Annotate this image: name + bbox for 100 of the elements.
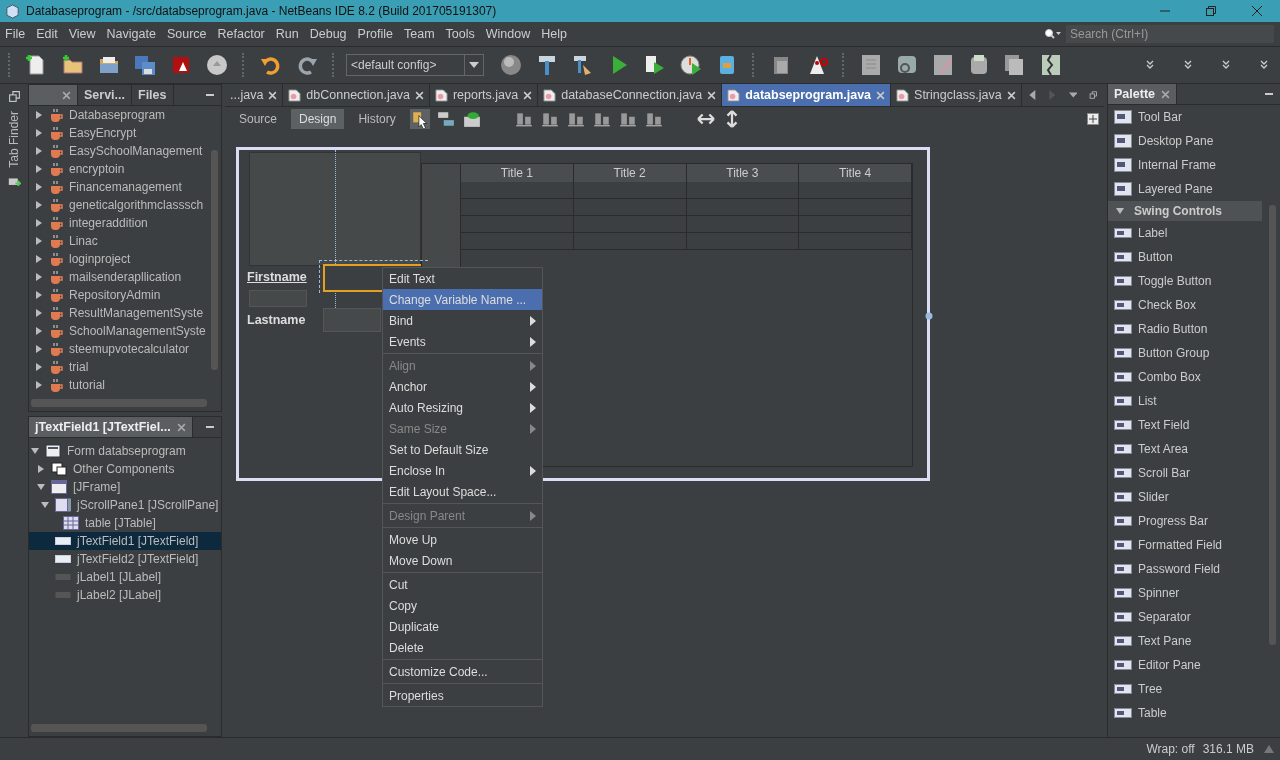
- save-icon[interactable]: [133, 53, 157, 77]
- form-label[interactable]: Lastname: [247, 313, 306, 327]
- menu-item[interactable]: Edit Layout Space...: [383, 481, 542, 502]
- restore-icon[interactable]: [7, 90, 21, 103]
- menu-item[interactable]: Team: [399, 27, 441, 41]
- expand-arrow-icon[interactable]: [35, 327, 43, 335]
- scroll-bar[interactable]: [211, 150, 218, 370]
- menu-item[interactable]: Set to Default Size: [383, 439, 542, 460]
- expand-arrow-icon[interactable]: [31, 447, 39, 455]
- menu-item[interactable]: Bind: [383, 310, 542, 331]
- expand-arrow-icon[interactable]: [35, 309, 43, 317]
- palette-item[interactable]: Text Field: [1108, 413, 1280, 437]
- chevron-down-icon[interactable]: [1222, 60, 1230, 70]
- circle-icon[interactable]: [205, 53, 229, 77]
- menu-item[interactable]: Copy: [383, 595, 542, 616]
- project-item[interactable]: geneticalgorithmclasssch: [69, 198, 204, 212]
- project-item[interactable]: Databaseprogram: [69, 108, 166, 122]
- view-tab[interactable]: History: [350, 109, 404, 129]
- view-tab[interactable]: Source: [231, 109, 286, 129]
- selection-mode-icon[interactable]: [409, 109, 430, 129]
- project-item[interactable]: RepositoryAdmin: [69, 288, 161, 302]
- expand-arrow-icon[interactable]: [37, 465, 45, 473]
- tree-row[interactable]: jTextField1 [JTextField]: [29, 532, 221, 550]
- palette-item[interactable]: Button: [1108, 245, 1280, 269]
- palette-item[interactable]: List: [1108, 389, 1280, 413]
- panel-tab[interactable]: jTextField1 [JTextFiel...: [29, 417, 193, 437]
- project-item[interactable]: mailsenderapllication: [69, 270, 182, 284]
- project-item[interactable]: Financemanagement: [69, 180, 182, 194]
- close-icon[interactable]: [1161, 89, 1170, 99]
- search-field[interactable]: Search (Ctrl+I): [1066, 25, 1274, 43]
- menu-item[interactable]: Run: [270, 27, 305, 41]
- scroll-bar[interactable]: [1269, 205, 1276, 645]
- column-header[interactable]: Title 2: [573, 164, 687, 182]
- project-item[interactable]: Linac: [69, 234, 98, 248]
- palette-item[interactable]: Toggle Button: [1108, 269, 1280, 293]
- close-icon[interactable]: [176, 422, 186, 432]
- expand-arrow-icon[interactable]: [35, 129, 43, 137]
- document-icon[interactable]: [859, 53, 883, 77]
- menu-item[interactable]: Delete: [383, 637, 542, 658]
- project-item[interactable]: integeraddition: [69, 216, 148, 230]
- palette-item[interactable]: Slider: [1108, 485, 1280, 509]
- palette-item[interactable]: Password Field: [1108, 557, 1280, 581]
- menu-item[interactable]: Refactor: [212, 27, 271, 41]
- menu-item[interactable]: Profile: [352, 27, 399, 41]
- config-dropdown[interactable]: <default config>: [346, 54, 484, 76]
- expand-icon[interactable]: [1086, 112, 1100, 126]
- project-item[interactable]: trial: [69, 360, 89, 374]
- connection-mode-icon[interactable]: [435, 109, 456, 129]
- chevron-down-icon[interactable]: [1260, 60, 1268, 70]
- menu-item[interactable]: Properties: [383, 685, 542, 706]
- panel-tab[interactable]: Palette: [1108, 84, 1177, 104]
- expand-arrow-icon[interactable]: [35, 147, 43, 155]
- chevron-down-icon[interactable]: [1146, 60, 1154, 70]
- menu-item[interactable]: Enclose In: [383, 460, 542, 481]
- palette-item[interactable]: Formatted Field: [1108, 533, 1280, 557]
- monitor-arrow-icon[interactable]: [7, 175, 21, 189]
- expand-arrow-icon[interactable]: [35, 273, 43, 281]
- tree-row[interactable]: Form databseprogram: [29, 442, 221, 460]
- expand-arrow-icon[interactable]: [41, 501, 49, 509]
- palette-item[interactable]: Label: [1108, 221, 1280, 245]
- project-item[interactable]: EasyEncrypt: [69, 126, 137, 140]
- project-item[interactable]: SchoolManagementSyste: [69, 324, 206, 338]
- menu-item[interactable]: Window: [480, 27, 537, 41]
- tree-row[interactable]: jScrollPane1 [JScrollPane]: [29, 496, 221, 514]
- tree-row[interactable]: jLabel1 [JLabel]: [29, 568, 221, 586]
- palette-item[interactable]: Spinner: [1108, 581, 1280, 605]
- globe-icon[interactable]: [499, 53, 523, 77]
- palette-item[interactable]: Table: [1108, 701, 1280, 725]
- column-header[interactable]: Title 3: [686, 164, 800, 182]
- menu-item[interactable]: Move Down: [383, 550, 542, 571]
- editor-tab[interactable]: databseprogram.java: [722, 84, 892, 106]
- project-item[interactable]: loginproject: [69, 252, 131, 266]
- tab-finder-label[interactable]: Tab Finder: [7, 111, 21, 168]
- broom-icon[interactable]: [931, 53, 955, 77]
- tree-row[interactable]: Other Components: [29, 460, 221, 478]
- scroll-bar[interactable]: [31, 724, 207, 732]
- preview-eye-icon[interactable]: [461, 109, 482, 129]
- text-field[interactable]: [249, 290, 307, 307]
- palette-item[interactable]: Internal Frame: [1108, 153, 1280, 177]
- column-header[interactable]: Title 4: [799, 164, 912, 182]
- menu-item[interactable]: Auto Resizing: [383, 397, 542, 418]
- column-header[interactable]: Title 1: [461, 164, 574, 182]
- menu-item[interactable]: Edit Text: [383, 268, 542, 289]
- palette-item[interactable]: Combo Box: [1108, 365, 1280, 389]
- left-arrow-icon[interactable]: [1027, 90, 1037, 100]
- restore-icon[interactable]: [1205, 5, 1217, 17]
- tree-row[interactable]: table [JTable]: [29, 514, 221, 532]
- menu-item[interactable]: Change Variable Name ...: [383, 289, 542, 310]
- expand-arrow-icon[interactable]: [35, 363, 43, 371]
- palette-item[interactable]: Tree: [1108, 677, 1280, 701]
- tree-row[interactable]: [JFrame]: [29, 478, 221, 496]
- menu-item[interactable]: Duplicate: [383, 616, 542, 637]
- menu-item[interactable]: File: [0, 27, 32, 41]
- palette-category[interactable]: Swing Controls: [1108, 201, 1262, 221]
- text-field[interactable]: [323, 308, 381, 332]
- expand-arrow-icon[interactable]: [35, 183, 43, 191]
- menu-item[interactable]: Source: [161, 27, 213, 41]
- menu-item[interactable]: View: [63, 27, 102, 41]
- tree-row[interactable]: jLabel2 [JLabel]: [29, 586, 221, 604]
- menu-item[interactable]: Navigate: [101, 27, 162, 41]
